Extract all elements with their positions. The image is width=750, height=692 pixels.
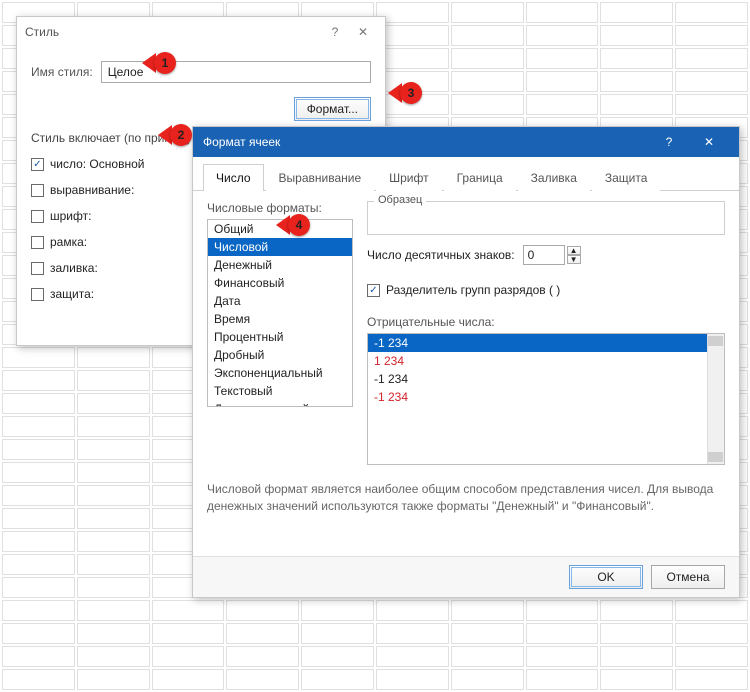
category-item[interactable]: Числовой bbox=[208, 238, 352, 256]
tab-заливка[interactable]: Заливка bbox=[518, 164, 590, 191]
category-item[interactable]: Время bbox=[208, 310, 352, 328]
style-name-label: Имя стиля: bbox=[31, 65, 93, 79]
decimals-stepper[interactable]: ▲ ▼ bbox=[523, 245, 581, 265]
help-icon[interactable]: ? bbox=[649, 127, 689, 157]
help-icon[interactable]: ? bbox=[321, 19, 349, 45]
style-option-label: рамка: bbox=[50, 235, 87, 249]
negative-label: Отрицательные числа: bbox=[367, 315, 725, 329]
checkbox-icon bbox=[31, 210, 44, 223]
thousands-label: Разделитель групп разрядов ( ) bbox=[386, 283, 560, 297]
negative-option[interactable]: 1 234 bbox=[368, 352, 724, 370]
category-item[interactable]: Финансовый bbox=[208, 274, 352, 292]
checkbox-icon bbox=[31, 236, 44, 249]
negative-option[interactable]: -1 234 bbox=[368, 370, 724, 388]
close-icon[interactable]: ✕ bbox=[349, 19, 377, 45]
category-item[interactable]: Процентный bbox=[208, 328, 352, 346]
checkbox-icon bbox=[31, 184, 44, 197]
category-item[interactable]: Денежный bbox=[208, 256, 352, 274]
sample-label: Образец bbox=[374, 194, 426, 206]
style-titlebar[interactable]: Стиль ? ✕ bbox=[17, 17, 385, 47]
scroll-down-icon[interactable] bbox=[708, 452, 723, 462]
tab-выравнивание[interactable]: Выравнивание bbox=[266, 164, 375, 191]
scroll-up-icon[interactable] bbox=[708, 336, 723, 346]
scrollbar[interactable] bbox=[707, 334, 724, 464]
negative-listbox[interactable]: -1 2341 234-1 234-1 234 bbox=[367, 333, 725, 465]
format-title: Формат ячеек bbox=[203, 135, 649, 149]
format-description: Числовой формат является наиболее общим … bbox=[193, 473, 739, 520]
style-option-label: число: Основной bbox=[50, 157, 144, 171]
negative-option[interactable]: -1 234 bbox=[368, 388, 724, 406]
category-item[interactable]: Текстовый bbox=[208, 382, 352, 400]
format-titlebar[interactable]: Формат ячеек ? ✕ bbox=[193, 127, 739, 157]
style-name-input[interactable] bbox=[101, 61, 371, 83]
style-option-label: выравнивание: bbox=[50, 183, 134, 197]
tab-защита[interactable]: Защита bbox=[592, 164, 661, 191]
category-item[interactable]: Дробный bbox=[208, 346, 352, 364]
category-item[interactable]: Общий bbox=[208, 220, 352, 238]
tab-число[interactable]: Число bbox=[203, 164, 264, 191]
decimals-label: Число десятичных знаков: bbox=[367, 248, 515, 262]
style-option-label: шрифт: bbox=[50, 209, 91, 223]
categories-listbox[interactable]: ОбщийЧисловойДенежныйФинансовыйДатаВремя… bbox=[207, 219, 353, 407]
ok-button[interactable]: OK bbox=[569, 565, 643, 589]
format-button[interactable]: Формат... bbox=[294, 97, 371, 121]
negative-option[interactable]: -1 234 bbox=[368, 334, 724, 352]
style-title: Стиль bbox=[25, 25, 321, 39]
decimals-input[interactable] bbox=[523, 245, 565, 265]
cancel-button[interactable]: Отмена bbox=[651, 565, 725, 589]
category-item[interactable]: Дата bbox=[208, 292, 352, 310]
thousands-checkbox[interactable]: Разделитель групп разрядов ( ) bbox=[367, 283, 560, 297]
format-cells-dialog: Формат ячеек ? ✕ ЧислоВыравниваниеШрифтГ… bbox=[192, 126, 740, 598]
spin-down-icon[interactable]: ▼ bbox=[567, 255, 581, 264]
checkbox-icon bbox=[31, 158, 44, 171]
checkbox-icon bbox=[367, 284, 380, 297]
tab-граница[interactable]: Граница bbox=[444, 164, 516, 191]
category-item[interactable]: Дополнительный bbox=[208, 400, 352, 407]
sample-group: Образец bbox=[367, 201, 725, 235]
style-option-label: защита: bbox=[50, 287, 94, 301]
categories-label: Числовые форматы: bbox=[207, 201, 353, 215]
style-option-label: заливка: bbox=[50, 261, 98, 275]
spin-up-icon[interactable]: ▲ bbox=[567, 246, 581, 255]
checkbox-icon bbox=[31, 262, 44, 275]
checkbox-icon bbox=[31, 288, 44, 301]
close-icon[interactable]: ✕ bbox=[689, 127, 729, 157]
tab-шрифт[interactable]: Шрифт bbox=[376, 164, 441, 191]
category-item[interactable]: Экспоненциальный bbox=[208, 364, 352, 382]
